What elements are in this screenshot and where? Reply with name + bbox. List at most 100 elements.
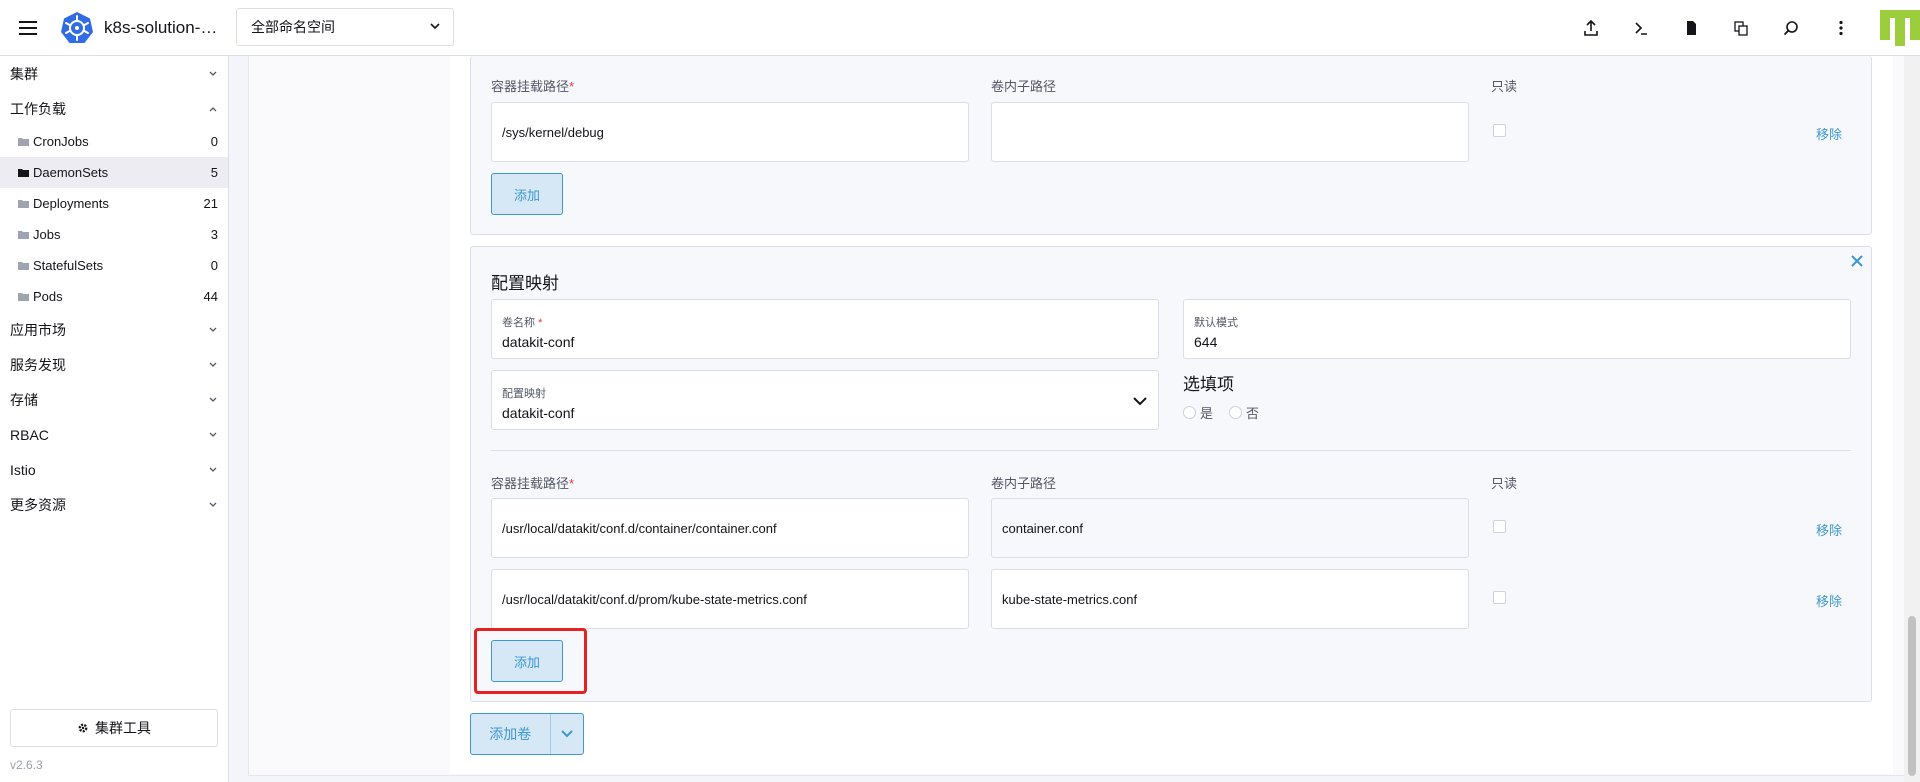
optional-yes-radio[interactable]: 是 (1183, 403, 1213, 422)
default-mode-value: 644 (1194, 334, 1218, 350)
folder-icon (18, 231, 29, 239)
download-kubeconfig-button[interactable] (1666, 0, 1716, 56)
search-icon (1783, 21, 1798, 36)
sidebar-item-count: 0 (210, 258, 218, 273)
chevron-up-icon (209, 106, 217, 111)
sidebar-item[interactable]: DaemonSets 5 (0, 157, 228, 188)
sidebar-item[interactable]: Jobs 3 (0, 219, 228, 250)
sidebar-group[interactable]: 更多资源 (0, 487, 228, 522)
volume-name-field[interactable]: 卷名称 * datakit-conf (491, 299, 1159, 359)
column-label-readonly: 只读 (1491, 476, 1518, 491)
kubectl-shell-button[interactable] (1616, 0, 1666, 56)
mount-path-input[interactable]: /usr/local/datakit/conf.d/prom/kube-stat… (491, 569, 969, 629)
volume-card-configmap: 配置映射 卷名称 * datakit-conf 默认模式 644 配置映射 da… (470, 246, 1872, 702)
cluster-tools-button[interactable]: 集群工具 (10, 709, 218, 747)
remove-mount-link[interactable]: 移除 (1816, 591, 1842, 610)
sidebar-item[interactable]: StatefulSets 0 (0, 250, 228, 281)
sidebar-group[interactable]: Istio (0, 452, 228, 487)
sidebar-group[interactable]: 存储 (0, 382, 228, 417)
readonly-checkbox[interactable] (1493, 520, 1506, 533)
folder-icon (18, 262, 29, 270)
terminal-icon (1635, 22, 1647, 35)
sidebar-item-count: 0 (210, 134, 218, 149)
chevron-down-icon (209, 432, 217, 437)
column-label-mount-path: 容器挂载路径* (491, 476, 575, 491)
sidebar-group[interactable]: 应用市场 (0, 312, 228, 347)
upload-icon (1584, 19, 1598, 36)
optional-no-radio[interactable]: 否 (1229, 403, 1259, 422)
close-icon[interactable] (1849, 253, 1865, 269)
readonly-checkbox[interactable] (1493, 591, 1506, 604)
add-mount-button[interactable]: 添加 (491, 173, 563, 215)
readonly-checkbox[interactable] (1493, 124, 1506, 137)
top-header: k8s-solution-cl... 全部命名空间 (0, 0, 1920, 56)
sidebar-item-label: StatefulSets (33, 258, 104, 273)
sidebar-group[interactable]: 工作负载 (0, 91, 228, 126)
sidebar-item[interactable]: Pods 44 (0, 281, 228, 312)
volume-type-title: 配置映射 (491, 274, 559, 293)
sidebar-group-label: RBAC (10, 426, 49, 443)
chevron-down-icon (209, 362, 217, 367)
chevron-down-icon (209, 467, 217, 472)
optional-label: 选填项 (1183, 375, 1234, 394)
chevron-down-icon (430, 23, 440, 30)
chevron-down-icon (209, 502, 217, 507)
folder-icon (18, 169, 29, 177)
sidebar-item-count: 21 (203, 196, 218, 211)
sidebar-group-label: 集群 (10, 65, 38, 82)
version-label: v2.6.3 (10, 758, 43, 772)
more-actions-button[interactable] (1816, 0, 1866, 56)
volume-card-hostpath: 容器挂载路径* 卷内子路径 只读 /sys/kernel/debug 移除 添加 (470, 56, 1872, 235)
mount-path-input[interactable]: /sys/kernel/debug (491, 102, 969, 162)
volume-name-value: datakit-conf (502, 334, 575, 350)
copy-kubeconfig-button[interactable] (1716, 0, 1766, 56)
chevron-down-icon (209, 71, 217, 76)
sub-path-input[interactable] (991, 102, 1469, 162)
sidebar-item[interactable]: CronJobs 0 (0, 126, 228, 157)
sidebar-group[interactable]: RBAC (0, 417, 228, 452)
sidebar-item-label: Jobs (33, 227, 61, 242)
default-mode-field[interactable]: 默认模式 644 (1183, 299, 1851, 359)
more-vert-icon (1839, 20, 1843, 36)
default-mode-label: 默认模式 (1194, 317, 1238, 329)
column-label-sub-path: 卷内子路径 (991, 476, 1057, 491)
sidebar-group[interactable]: 集群 (0, 56, 228, 91)
sidebar-item[interactable]: Deployments 21 (0, 188, 228, 219)
optional-radio-group: 是 否 (1183, 403, 1259, 422)
kubernetes-logo-icon (61, 11, 93, 43)
page-scrollbar-thumb[interactable] (1908, 616, 1916, 776)
namespace-select[interactable]: 全部命名空间 (236, 8, 454, 46)
sidebar-group-label: 服务发现 (10, 356, 66, 373)
column-label-readonly: 只读 (1491, 79, 1518, 94)
configmap-select[interactable]: 配置映射 datakit-conf (491, 370, 1159, 430)
highlight-annotation (474, 628, 587, 694)
chevron-down-icon (561, 730, 573, 738)
header-actions (1566, 0, 1920, 56)
remove-mount-link[interactable]: 移除 (1816, 124, 1842, 143)
search-button[interactable] (1766, 0, 1816, 56)
volume-name-label: 卷名称 * (502, 317, 543, 329)
sidebar-item-label: DaemonSets (33, 165, 109, 180)
chevron-down-icon (1133, 397, 1147, 406)
namespace-select-value: 全部命名空间 (251, 19, 335, 35)
sidebar-group-label: 存储 (10, 391, 38, 408)
column-label-sub-path: 卷内子路径 (991, 79, 1057, 94)
section-divider (491, 450, 1851, 451)
folder-icon (18, 293, 29, 301)
sub-path-input[interactable]: container.conf (991, 498, 1469, 558)
mount-path-input[interactable]: /usr/local/datakit/conf.d/container/cont… (491, 498, 969, 558)
menu-icon[interactable] (0, 0, 56, 56)
upload-button[interactable] (1566, 0, 1616, 56)
sidebar-group-label: 工作负载 (10, 100, 66, 117)
sidebar: 集群工作负载 CronJobs 0 DaemonSets 5 Deployments 21 J… (0, 56, 229, 782)
sidebar-item-count: 44 (203, 289, 218, 304)
add-volume-button[interactable]: 添加卷 (470, 713, 584, 755)
cluster-name[interactable]: k8s-solution-cl... (104, 18, 224, 38)
user-avatar[interactable] (1880, 8, 1920, 48)
sidebar-group-label: Istio (10, 461, 36, 478)
sidebar-group[interactable]: 服务发现 (0, 347, 228, 382)
sidebar-group-label: 应用市场 (10, 321, 66, 338)
sidebar-item-label: Deployments (33, 196, 109, 211)
sub-path-input[interactable]: kube-state-metrics.conf (991, 569, 1469, 629)
remove-mount-link[interactable]: 移除 (1816, 520, 1842, 539)
